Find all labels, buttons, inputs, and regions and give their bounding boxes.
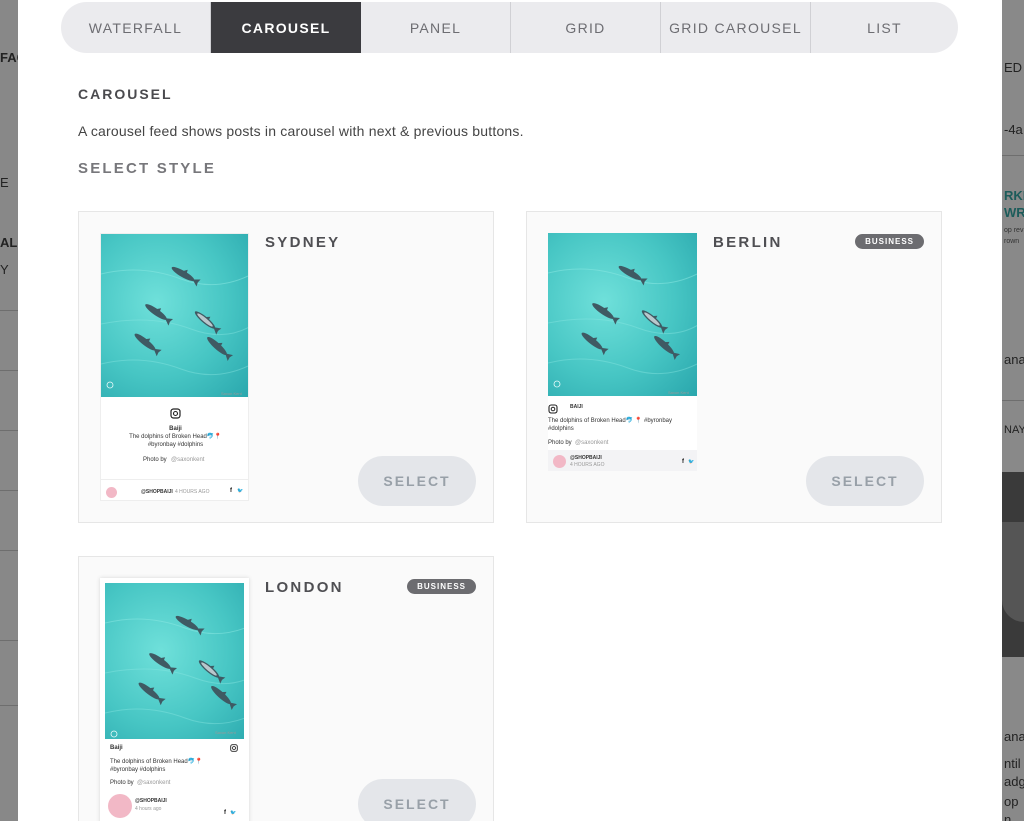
photo-watermark: Saxon Kent — [221, 391, 242, 396]
dolphins-photo — [105, 583, 244, 739]
post-handle: @SHOPBAIJI — [135, 798, 167, 804]
background-text: FAC — [0, 50, 18, 65]
background-image — [1002, 522, 1024, 622]
tab-waterfall[interactable]: WATERFALL — [61, 2, 211, 53]
background-text: NAYP — [1004, 424, 1024, 436]
background-text: rown — [1004, 238, 1020, 245]
post-handle: @SHOPBAIJI — [570, 455, 602, 461]
style-card-london[interactable]: Saxon Kent Baiji The dolphins of Broken … — [78, 556, 494, 821]
background-left-edge: FAC E ALL Y — [0, 0, 18, 821]
background-text: ana — [1004, 352, 1024, 367]
post-account: Baiji — [169, 426, 182, 432]
background-text: ALL — [0, 235, 18, 250]
background-divider — [0, 430, 18, 431]
post-caption-line1: The dolphins of Broken Head🐬📍 — [110, 759, 203, 765]
post-caption-line1: The dolphins of Broken Head🐬 📍 #byronbay — [548, 418, 673, 424]
instagram-icon — [230, 744, 238, 752]
tab-grid-carousel[interactable]: GRID CAROUSEL — [661, 2, 811, 53]
instagram-icon — [548, 404, 558, 414]
background-text: op — [1004, 794, 1019, 809]
avatar — [553, 455, 566, 468]
avatar — [106, 487, 117, 498]
avatar — [108, 794, 132, 818]
instagram-icon — [170, 408, 181, 419]
post-caption-line2: #dolphins — [548, 426, 574, 432]
background-text: ED — [1004, 60, 1023, 75]
photo-by-label: Photo by — [548, 440, 572, 446]
background-text: RKE — [1004, 188, 1024, 203]
background-text: adg — [1004, 774, 1024, 789]
background-text: Y — [0, 262, 9, 277]
background-divider — [0, 705, 18, 706]
business-badge: BUSINESS — [407, 579, 476, 594]
photo-watermark: Saxon Kent — [668, 390, 689, 395]
section-title: CAROUSEL — [78, 86, 173, 102]
background-divider — [1002, 155, 1024, 156]
photo-by-user: @saxonkent — [137, 780, 171, 786]
post-handle: @SHOPBAIJI — [141, 489, 173, 495]
tab-grid[interactable]: GRID — [511, 2, 661, 53]
post-caption-line1: The dolphins of Broken Head🐬📍 — [129, 434, 222, 440]
post-account: Baiji — [110, 745, 123, 751]
background-divider — [0, 490, 18, 491]
london-preview: Saxon Kent Baiji The dolphins of Broken … — [100, 578, 249, 821]
tab-list[interactable]: LIST — [811, 2, 958, 53]
berlin-preview: Saxon Kent BAIJI The dolphins of Broken … — [548, 233, 697, 471]
twitter-icon: 🐦 — [688, 459, 695, 465]
background-divider — [0, 310, 18, 311]
twitter-icon: 🐦 — [237, 488, 244, 494]
background-text: op rev — [1004, 227, 1024, 234]
post-time: 4 hours ago — [135, 806, 162, 812]
layout-tabs: WATERFALL CAROUSEL PANEL GRID GRID CAROU… — [61, 2, 958, 53]
background-text: WRE — [1004, 205, 1024, 220]
facebook-icon: f — [682, 459, 684, 465]
background-divider — [1002, 400, 1024, 401]
post-time: 4 HOURS AGO — [570, 462, 605, 468]
feed-style-modal: WATERFALL CAROUSEL PANEL GRID GRID CAROU… — [18, 0, 1002, 821]
background-divider — [0, 640, 18, 641]
facebook-icon: f — [224, 810, 226, 816]
background-text: ntil — [1004, 756, 1021, 771]
post-caption-line2: #byronbay #dolphins — [110, 767, 166, 773]
photo-watermark: Saxon Kent — [215, 730, 236, 735]
style-name: SYDNEY — [265, 234, 341, 251]
select-london-button[interactable]: SELECT — [358, 779, 476, 821]
twitter-icon: 🐦 — [230, 810, 237, 816]
background-divider — [0, 370, 18, 371]
select-sydney-button[interactable]: SELECT — [358, 456, 476, 506]
photo-by-label: Photo by — [110, 780, 134, 786]
dolphins-photo — [548, 233, 697, 396]
facebook-icon: f — [230, 488, 232, 494]
photo-by-user: @saxonkent — [171, 457, 205, 463]
style-name: BERLIN — [713, 234, 783, 251]
post-account: BAIJI — [570, 404, 583, 410]
select-style-heading: SELECT STYLE — [78, 160, 217, 177]
style-name: LONDON — [265, 579, 344, 596]
post-time: 4 HOURS AGO — [175, 489, 210, 495]
background-text: ana — [1004, 729, 1024, 744]
style-card-sydney[interactable]: Saxon Kent Baiji The dolphins of Broken … — [78, 211, 494, 523]
sydney-preview: Saxon Kent Baiji The dolphins of Broken … — [100, 233, 249, 501]
business-badge: BUSINESS — [855, 234, 924, 249]
background-text: n — [1004, 812, 1012, 821]
post-caption-line2: #byronbay #dolphins — [147, 442, 204, 448]
background-text: E — [0, 175, 9, 190]
photo-by-user: @saxonkent — [575, 440, 609, 446]
background-right-edge: ED -4a RKE WRE op rev rown ana NAYP ana … — [1002, 0, 1024, 821]
tab-panel[interactable]: PANEL — [361, 2, 511, 53]
style-card-berlin[interactable]: Saxon Kent BAIJI The dolphins of Broken … — [526, 211, 942, 523]
dolphins-photo — [101, 234, 249, 397]
tab-carousel[interactable]: CAROUSEL — [211, 2, 361, 53]
background-divider — [0, 550, 18, 551]
background-text: -4a — [1004, 122, 1023, 137]
photo-by-label: Photo by — [143, 457, 167, 463]
select-berlin-button[interactable]: SELECT — [806, 456, 924, 506]
section-description: A carousel feed shows posts in carousel … — [78, 123, 524, 139]
